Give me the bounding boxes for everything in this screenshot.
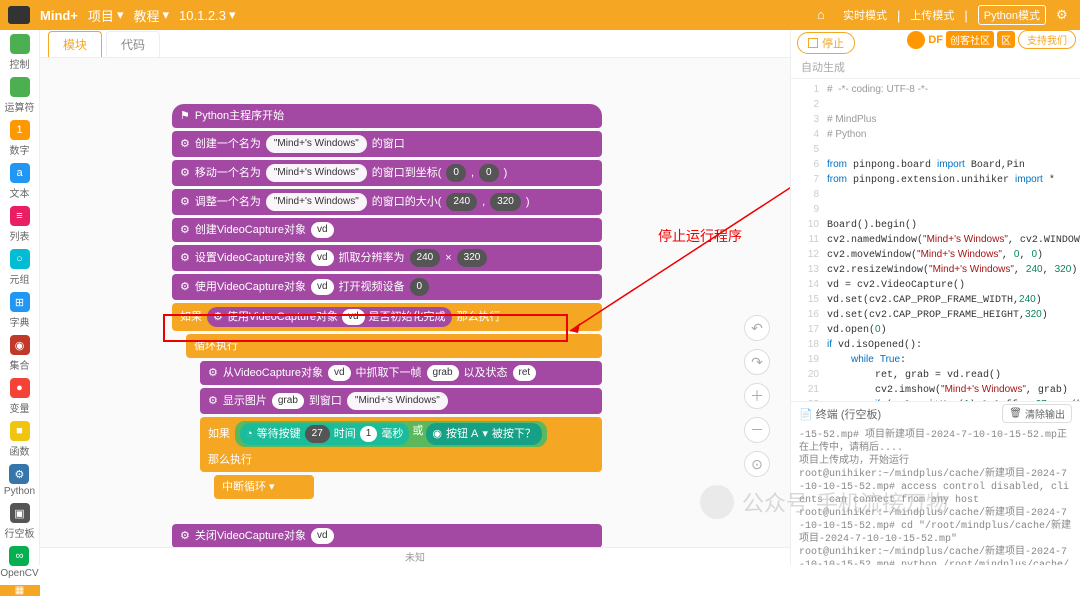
stop-button[interactable]: 停止: [797, 32, 855, 54]
palette-variable[interactable]: ●变量: [10, 378, 30, 415]
logo-icon: [8, 6, 30, 24]
block-open-device: ⚙使用VideoCapture对象vd打开视频设备0: [172, 274, 602, 300]
autogen-label: 自动生成: [791, 56, 1080, 79]
support-button[interactable]: 支持我们: [1018, 30, 1076, 49]
tabs: 模块 代码: [40, 30, 790, 58]
df-community-badge[interactable]: DF 创客社区 区 支持我们: [907, 30, 1076, 49]
block-loop: 循环执行: [186, 334, 602, 358]
palette-list[interactable]: ≡列表: [10, 206, 30, 243]
mode-python[interactable]: Python模式: [978, 5, 1046, 25]
block-move-window: ⚙移动一个名为"Mind+'s Windows"的窗口到坐标(0,0): [172, 160, 602, 186]
block-resize-window: ⚙调整一个名为"Mind+'s Windows"的窗口的大小(240,320): [172, 189, 602, 215]
mode-upload[interactable]: 上传模式: [910, 7, 954, 23]
terminal-header: 📄 终端 (行空板) 🗑 清除输出: [791, 401, 1080, 425]
zoom-out-button[interactable]: －: [744, 417, 770, 443]
palette-python[interactable]: ⚙Python: [4, 464, 35, 497]
mode-realtime[interactable]: 实时模式: [843, 7, 887, 23]
terminal-output[interactable]: -15-52.mp# 项目新建项目-2024-7-10-10-15-52.mp正…: [791, 425, 1080, 565]
palette-set[interactable]: ◉集合: [10, 335, 30, 372]
stop-icon: [808, 38, 818, 48]
redo-button[interactable]: ↷: [744, 349, 770, 375]
gear-icon[interactable]: ⚙: [1056, 7, 1072, 23]
block-create-capture: ⚙创建VideoCapture对象vd: [172, 218, 602, 242]
palette-number[interactable]: 1数字: [10, 120, 30, 157]
palette-operators[interactable]: 运算符: [5, 77, 35, 114]
topbar: Mind+ 项目 ▾ 教程 ▾ 10.1.2.3 ▾ ⌂ 实时模式 | 上传模式…: [0, 0, 1080, 30]
code-toolbar: 停止 DF 创客社区 区 支持我们: [791, 30, 1080, 56]
block-set-capture: ⚙设置VideoCapture对象vd抓取分辨率为240×320: [172, 245, 602, 271]
block-canvas[interactable]: ⚑Python主程序开始 ⚙创建一个名为"Mind+'s Windows"的窗口…: [40, 58, 790, 547]
menu-project[interactable]: 项目 ▾: [88, 6, 124, 25]
df-icon: [907, 31, 925, 49]
palette-unihiker[interactable]: ▣行空板: [5, 503, 35, 540]
palette-dict[interactable]: ⊞字典: [10, 292, 30, 329]
block-palette: 控制 运算符 1数字 a文本 ≡列表 ○元组 ⊞字典 ◉集合 ●变量 ■函数 ⚙…: [0, 30, 40, 565]
menu-tutorial[interactable]: 教程 ▾: [133, 6, 169, 25]
block-break: 中断循环 ▾: [214, 475, 314, 499]
status-bar: 未知: [40, 547, 790, 565]
tab-blocks[interactable]: 模块: [48, 31, 102, 57]
annotation-arrow: [570, 113, 790, 333]
code-view[interactable]: 1# -*- coding: UTF-8 -*- 2 3# MindPlus 4…: [791, 79, 1080, 401]
palette-control[interactable]: 控制: [10, 34, 30, 71]
block-create-window: ⚙创建一个名为"Mind+'s Windows"的窗口: [172, 131, 602, 157]
block-script[interactable]: ⚑Python主程序开始 ⚙创建一个名为"Mind+'s Windows"的窗口…: [172, 104, 602, 547]
clear-output-button[interactable]: 🗑 清除输出: [1002, 404, 1072, 423]
tab-code[interactable]: 代码: [106, 31, 160, 57]
brand: Mind+: [40, 8, 78, 23]
palette-function[interactable]: ■函数: [10, 421, 30, 458]
palette-tuple[interactable]: ○元组: [10, 249, 30, 286]
canvas-controls: ↶ ↷ ＋ － ⊙: [744, 315, 770, 477]
block-show-image: ⚙显示图片grab到窗口"Mind+'s Windows": [200, 388, 602, 414]
undo-button[interactable]: ↶: [744, 315, 770, 341]
block-grab-frame: ⚙从VideoCapture对象vd中抓取下一帧grab以及状态ret: [200, 361, 602, 385]
extensions-button[interactable]: ▦: [0, 585, 40, 596]
zoom-in-button[interactable]: ＋: [744, 383, 770, 409]
zoom-fit-button[interactable]: ⊙: [744, 451, 770, 477]
block-if-key: 如果 ◔等待按键27时间1毫秒 或 ◉按钮 A▾ 被按下？ 那么执行: [200, 417, 602, 472]
menu-ip[interactable]: 10.1.2.3 ▾: [179, 7, 236, 23]
block-close-capture: ⚙关闭VideoCapture对象vd: [172, 524, 602, 547]
block-if-init: 如果⚙使用VideoCapture对象vd是否初始化完成那么执行: [172, 303, 602, 331]
home-icon[interactable]: ⌂: [817, 7, 833, 23]
block-main-start: ⚑Python主程序开始: [172, 104, 602, 128]
annotation-label: 停止运行程序: [658, 226, 742, 246]
palette-opencv[interactable]: ∞OpenCV: [0, 546, 38, 579]
palette-text[interactable]: a文本: [10, 163, 30, 200]
right-panel: 停止 DF 创客社区 区 支持我们 自动生成 1# -*- coding: UT…: [790, 30, 1080, 565]
